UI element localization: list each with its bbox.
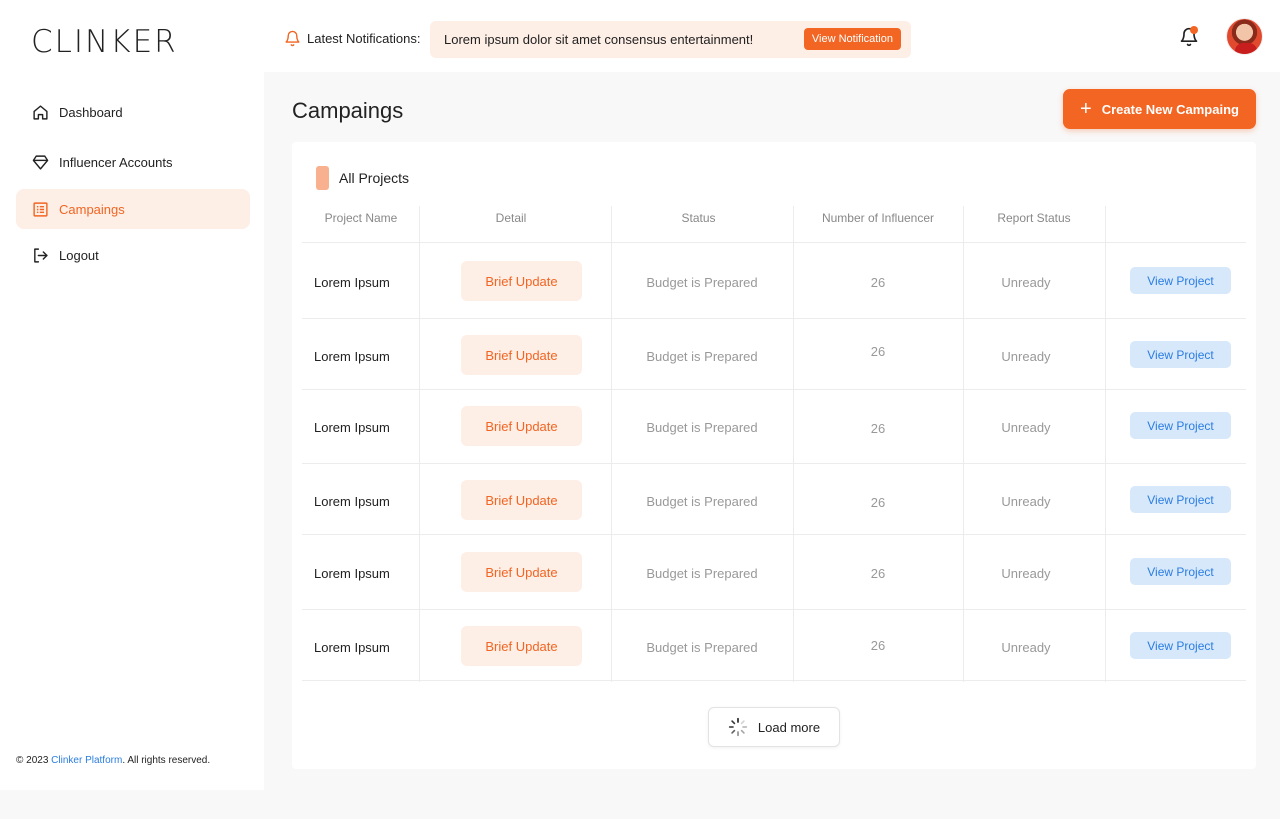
project-status: Budget is Prepared <box>646 420 758 435</box>
brief-update-button[interactable]: Brief Update <box>461 626 582 666</box>
column-header-detail: Detail <box>495 211 527 225</box>
row-divider <box>302 534 1246 535</box>
brief-update-button[interactable]: Brief Update <box>461 552 582 592</box>
influencer-count: 26 <box>870 495 886 510</box>
sidebar-item-dashboard[interactable]: Dashboard <box>16 92 250 132</box>
row-divider <box>302 318 1246 319</box>
app-logo[interactable]: CLINKER <box>31 24 178 60</box>
tag-chip <box>316 166 329 190</box>
home-icon <box>33 104 48 120</box>
brief-update-button[interactable]: Brief Update <box>461 335 582 375</box>
influencer-count: 26 <box>870 344 886 359</box>
all-projects-tag[interactable]: All Projects <box>316 166 409 190</box>
row-divider <box>302 680 1246 681</box>
list-icon <box>33 201 48 217</box>
platform-link[interactable]: Clinker Platform <box>51 755 122 766</box>
notifications-label-group: Latest Notifications: <box>284 30 420 47</box>
row-divider <box>302 389 1246 390</box>
report-status: Unready <box>1001 420 1051 435</box>
sidebar-item-label: Dashboard <box>59 104 123 120</box>
report-status: Unready <box>1001 275 1051 290</box>
project-status: Budget is Prepared <box>646 640 758 655</box>
copyright-suffix: . All rights reserved. <box>122 755 211 766</box>
influencer-count: 26 <box>870 275 886 290</box>
column-divider <box>1105 206 1106 682</box>
project-status: Budget is Prepared <box>646 275 758 290</box>
sidebar-item-label: Influencer Accounts <box>59 154 173 170</box>
create-button-label: Create New Campaing <box>1101 101 1239 117</box>
column-header-status: Status <box>681 211 716 225</box>
notification-dot <box>1190 26 1198 34</box>
load-more-label: Load more <box>757 719 821 735</box>
bell-icon <box>285 30 300 47</box>
copyright-prefix: © 2023 <box>16 755 52 766</box>
report-status: Unready <box>1001 640 1051 655</box>
spinner-icon <box>728 717 748 737</box>
column-divider <box>419 206 420 682</box>
view-notification-button[interactable]: View Notification <box>803 28 901 50</box>
brief-update-button[interactable]: Brief Update <box>461 261 582 301</box>
column-header-project-name: Project Name <box>324 211 398 225</box>
row-divider <box>302 463 1246 464</box>
copyright-footer: © 2023 Clinker Platform. All rights rese… <box>16 755 210 766</box>
projects-panel: All Projects Project Name Detail Status … <box>292 142 1256 769</box>
view-project-button[interactable]: View Project <box>1130 412 1231 439</box>
column-header-report-status: Report Status <box>997 211 1071 225</box>
user-avatar[interactable] <box>1226 18 1263 55</box>
diamond-icon <box>32 154 49 170</box>
view-project-button[interactable]: View Project <box>1130 341 1231 368</box>
project-name: Lorem Ipsum <box>314 640 390 655</box>
sidebar-item-influencer-accounts[interactable]: Influencer Accounts <box>16 142 250 182</box>
view-project-button[interactable]: View Project <box>1130 486 1231 513</box>
project-status: Budget is Prepared <box>646 349 758 364</box>
project-status: Budget is Prepared <box>646 494 758 509</box>
project-name: Lorem Ipsum <box>314 275 390 290</box>
sidebar-item-label: Logout <box>59 247 99 263</box>
report-status: Unready <box>1001 494 1051 509</box>
load-more-button[interactable]: Load more <box>708 707 840 747</box>
influencer-count: 26 <box>870 421 886 436</box>
logout-icon <box>34 247 48 263</box>
project-status: Budget is Prepared <box>646 566 758 581</box>
report-status: Unready <box>1001 349 1051 364</box>
notifications-label: Latest Notifications: <box>307 31 421 46</box>
view-project-button[interactable]: View Project <box>1130 558 1231 585</box>
page-title: Campaings <box>292 98 404 123</box>
brief-update-button[interactable]: Brief Update <box>461 406 582 446</box>
sidebar-item-label: Campaings <box>59 201 125 217</box>
project-name: Lorem Ipsum <box>314 566 390 581</box>
report-status: Unready <box>1001 566 1051 581</box>
row-divider <box>302 609 1246 610</box>
project-name: Lorem Ipsum <box>314 494 390 509</box>
notification-message: Lorem ipsum dolor sit amet consensus ent… <box>444 32 754 47</box>
sidebar-item-campaings[interactable]: Campaings <box>16 189 250 229</box>
notification-banner: Lorem ipsum dolor sit amet consensus ent… <box>430 21 911 58</box>
influencer-count: 26 <box>870 638 886 653</box>
row-divider <box>302 242 1246 243</box>
create-new-campaing-button[interactable]: + Create New Campaing <box>1063 89 1256 129</box>
project-name: Lorem Ipsum <box>314 349 390 364</box>
plus-icon: + <box>1080 98 1092 120</box>
sidebar-item-logout[interactable]: Logout <box>16 235 250 275</box>
panel-tag-label: All Projects <box>339 170 410 186</box>
column-header-number-of-influencer: Number of Influencer <box>821 211 935 225</box>
view-project-button[interactable]: View Project <box>1130 632 1231 659</box>
influencer-count: 26 <box>870 566 886 581</box>
project-name: Lorem Ipsum <box>314 420 390 435</box>
top-bar: CLINKER Latest Notifications: Lorem ipsu… <box>0 0 1280 72</box>
view-project-button[interactable]: View Project <box>1130 267 1231 294</box>
brief-update-button[interactable]: Brief Update <box>461 480 582 520</box>
sidebar: Dashboard Influencer Accounts Campaings … <box>0 72 264 790</box>
